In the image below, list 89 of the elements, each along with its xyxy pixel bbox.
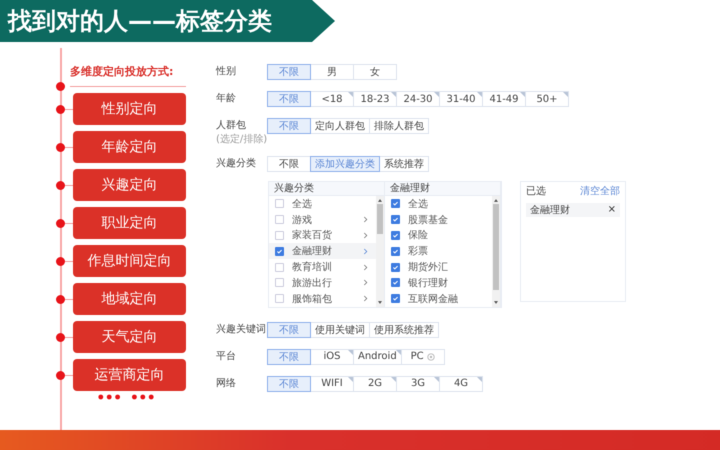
checkbox[interactable] <box>275 199 284 208</box>
checkbox[interactable] <box>391 246 400 256</box>
checkbox[interactable] <box>391 230 400 240</box>
checkbox[interactable] <box>275 246 284 256</box>
category-item[interactable]: 游戏 <box>269 212 376 228</box>
subcategory-item[interactable]: 保险 <box>385 228 492 244</box>
subcategory-item[interactable]: 期货外汇 <box>385 259 492 275</box>
option-button[interactable]: 女 <box>353 64 397 80</box>
targeting-item: 地域定向 <box>73 283 186 315</box>
option-button[interactable]: iOS <box>310 348 354 365</box>
panel-title: 已选 <box>526 184 546 198</box>
category-item[interactable]: 金融理财 <box>269 243 376 260</box>
timeline-dot <box>56 82 65 91</box>
option-button[interactable]: 男 <box>310 64 354 80</box>
option-button[interactable]: 41-49 <box>482 91 526 107</box>
scroll-down-icon[interactable] <box>378 300 382 304</box>
tag-label: 金融理财 <box>530 204 570 217</box>
option-button[interactable]: <18 <box>310 91 354 107</box>
option-button[interactable]: 4G <box>439 376 483 392</box>
option-button[interactable]: 不限 <box>267 156 311 172</box>
clear-all-link[interactable]: 清空全部 <box>580 184 620 198</box>
option-button[interactable]: 排除人群包 <box>369 118 429 134</box>
scrollbar[interactable] <box>376 196 384 307</box>
category-item[interactable]: 旅游出行 <box>269 274 376 291</box>
checkbox[interactable] <box>275 278 284 288</box>
option-button[interactable]: 50+ <box>525 91 569 107</box>
timeline-dot <box>56 256 65 266</box>
timeline-dot <box>56 104 65 114</box>
field-label: 兴趣关键词 <box>216 322 267 337</box>
field-label: 网络 <box>216 376 237 391</box>
scroll-up-icon[interactable] <box>494 199 498 202</box>
checkbox[interactable] <box>391 215 400 224</box>
section-heading: 多维度定向投放方式: <box>70 65 174 78</box>
targeting-item: 运营商定向 <box>73 359 186 391</box>
option-button[interactable]: 24-30 <box>396 91 440 107</box>
field-label: 兴趣分类 <box>216 156 257 171</box>
slide-title: 找到对的人——标签分类 <box>8 6 272 37</box>
targeting-item: 职业定向 <box>73 207 186 239</box>
category-item[interactable]: 全选 <box>269 196 376 212</box>
checkbox[interactable] <box>275 262 284 272</box>
scroll-down-icon[interactable] <box>494 300 498 304</box>
subcategory-item[interactable]: 彩票 <box>385 243 492 260</box>
subcategory-item[interactable]: 互联网金融 <box>385 290 492 307</box>
option-button[interactable]: 使用系统推荐 <box>369 322 439 338</box>
checkbox[interactable] <box>391 294 400 304</box>
field-hint: (选定/排除) <box>216 134 268 145</box>
checkbox[interactable] <box>391 278 400 288</box>
column-header: 兴趣分类 <box>269 182 384 196</box>
subcategory-item[interactable]: 全选 <box>385 196 492 212</box>
option-button[interactable]: 3G <box>396 376 440 392</box>
option-button[interactable]: Android <box>353 348 402 365</box>
timeline-dot <box>56 332 65 342</box>
timeline-dot <box>56 294 65 304</box>
checkbox[interactable] <box>391 262 400 272</box>
option-button[interactable]: 18-23 <box>353 91 397 107</box>
checkbox[interactable] <box>275 215 284 224</box>
option-button[interactable]: 使用关键词 <box>310 322 370 338</box>
targeting-item: 年龄定向 <box>73 131 186 163</box>
targeting-item: 性别定向 <box>73 93 186 125</box>
timeline-dot <box>56 370 65 380</box>
option-button[interactable]: 31-40 <box>439 91 483 107</box>
targeting-item: 天气定向 <box>73 321 186 353</box>
option-button[interactable]: PC <box>400 348 445 365</box>
checkbox[interactable] <box>391 199 400 208</box>
scrollbar[interactable] <box>492 196 500 307</box>
targeting-item: 兴趣定向 <box>73 169 186 201</box>
column-header: 金融理财 <box>385 182 500 196</box>
option-button[interactable]: 系统推荐 <box>379 156 429 172</box>
remove-button[interactable]: × <box>608 204 616 216</box>
option-button[interactable]: 定向人群包 <box>310 118 370 134</box>
field-label: 人群包 <box>216 119 247 133</box>
field-label: 性别 <box>216 64 237 79</box>
checkbox[interactable] <box>275 230 284 240</box>
subcategory-item[interactable]: 银行理财 <box>385 274 492 291</box>
option-button[interactable]: 2G <box>353 376 397 392</box>
targeting-item: 作息时间定向 <box>73 245 186 277</box>
timeline-dot <box>56 142 65 152</box>
field-label: 平台 <box>216 350 237 364</box>
field-label: 年龄 <box>216 92 237 106</box>
more-dots-icon <box>98 394 154 400</box>
subcategory-item[interactable]: 股票基金 <box>385 212 492 228</box>
checkbox[interactable] <box>275 294 284 304</box>
option-button[interactable]: WIFI <box>310 376 354 392</box>
scroll-up-icon[interactable] <box>378 199 382 202</box>
category-item[interactable]: 服饰箱包 <box>269 290 376 307</box>
category-item[interactable]: 教育培训 <box>269 259 376 275</box>
timeline-dot <box>56 218 65 228</box>
timeline-dot <box>56 180 65 190</box>
category-item[interactable]: 家装百货 <box>269 228 376 244</box>
